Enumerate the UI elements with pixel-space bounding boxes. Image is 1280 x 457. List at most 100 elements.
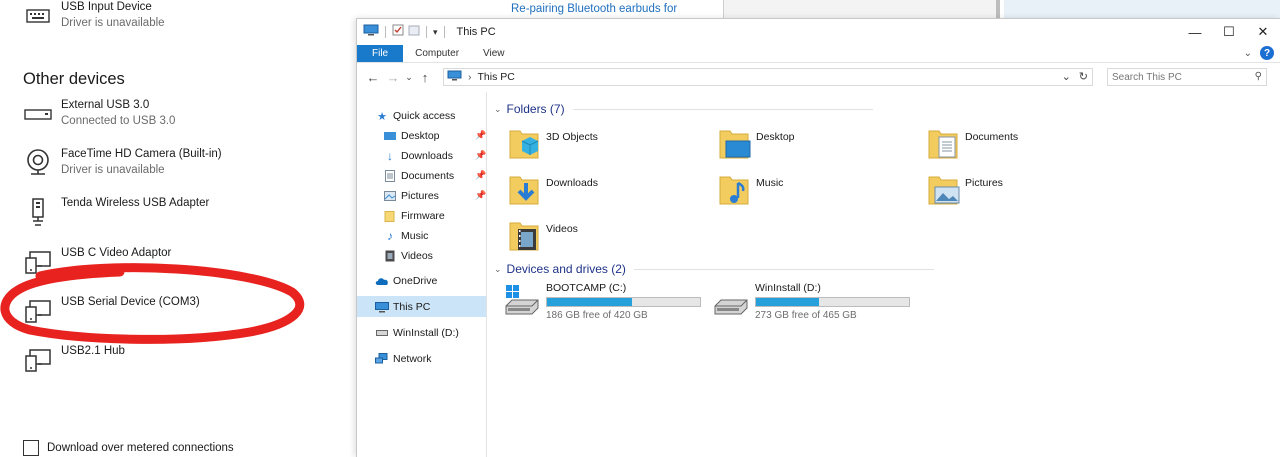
music-folder-icon <box>718 171 752 212</box>
pictures-icon <box>383 191 397 201</box>
breadcrumb-this-pc[interactable]: This PC <box>478 71 515 83</box>
cube-folder-icon <box>508 125 542 166</box>
folder-name: Desktop <box>756 131 795 143</box>
nav-documents[interactable]: Documents <box>383 167 454 185</box>
content-pane: ⌄ Folders (7) 3D Objects Desktop Documen… <box>488 92 1280 457</box>
nav-this-pc[interactable]: This PC <box>375 298 430 316</box>
documents-folder-icon <box>927 125 961 166</box>
nav-quick-access[interactable]: ★ Quick access <box>375 107 455 125</box>
nav-label: Network <box>393 353 432 365</box>
address-dropdown-icon[interactable]: ⌄ <box>1062 70 1071 83</box>
device-icon <box>22 246 54 278</box>
folder-videos[interactable]: Videos <box>508 217 578 258</box>
device-usb-serial[interactable]: USB Serial Device (COM3) <box>22 295 200 327</box>
metered-connections-option[interactable]: Download over metered connections <box>23 440 234 456</box>
tab-file[interactable]: File <box>357 45 404 62</box>
nav-label: Pictures <box>401 190 439 202</box>
expand-ribbon-icon[interactable]: ⌄ <box>1244 48 1252 59</box>
nav-network[interactable]: Network <box>375 350 432 368</box>
usb-adapter-icon <box>22 196 54 228</box>
nav-downloads[interactable]: ↓ Downloads <box>383 147 453 165</box>
this-pc-icon <box>447 70 462 84</box>
tab-computer[interactable]: Computer <box>403 45 471 62</box>
forward-button[interactable]: → <box>383 70 403 85</box>
folder-pictures[interactable]: Pictures <box>927 171 1003 212</box>
device-usb-input[interactable]: USB Input Device Driver is unavailable <box>22 0 165 32</box>
properties-icon[interactable] <box>392 23 404 41</box>
device-icon <box>22 344 54 376</box>
nav-firmware[interactable]: Firmware <box>383 207 445 225</box>
background-window <box>724 0 1000 20</box>
pin-icon[interactable]: 📌 <box>475 130 486 141</box>
drive-wininstall[interactable]: WinInstall (D:) 273 GB free of 465 GB <box>713 282 910 321</box>
recent-locations-icon[interactable]: ⌄ <box>403 72 415 83</box>
breadcrumb-chevron[interactable]: › <box>468 71 472 83</box>
close-button[interactable]: ✕ <box>1246 19 1280 45</box>
nav-label: WinInstall (D:) <box>393 327 459 339</box>
nav-desktop[interactable]: Desktop <box>383 127 440 145</box>
nav-onedrive[interactable]: OneDrive <box>375 272 437 290</box>
nav-label: Downloads <box>401 150 453 162</box>
refresh-icon[interactable]: ↻ <box>1079 70 1088 83</box>
nav-music[interactable]: ♪ Music <box>383 227 428 245</box>
device-status: Driver is unavailable <box>61 164 165 176</box>
device-facetime-camera[interactable]: FaceTime HD Camera (Built-in) Driver is … <box>22 147 222 179</box>
folders-group-header[interactable]: ⌄ Folders (7) <box>494 102 873 116</box>
devices-group-header[interactable]: ⌄ Devices and drives (2) <box>494 262 934 276</box>
device-usb-hub[interactable]: USB2.1 Hub <box>22 344 125 376</box>
device-status: Connected to USB 3.0 <box>61 115 176 127</box>
background-browser-window[interactable]: Re-pairing Bluetooth earbuds for <box>496 0 724 20</box>
address-field[interactable]: › This PC ⌄ ↻ <box>443 68 1093 86</box>
device-name: External USB 3.0 <box>61 99 150 111</box>
download-arrow-icon: ↓ <box>387 149 393 163</box>
this-pc-icon <box>375 301 389 313</box>
background-link[interactable]: Re-pairing Bluetooth earbuds for <box>511 3 677 15</box>
folder-documents[interactable]: Documents <box>927 125 1018 166</box>
folder-music[interactable]: Music <box>718 171 783 212</box>
search-box[interactable]: Search This PC ⚲ <box>1107 68 1267 86</box>
title-bar[interactable]: ▾ This PC — ☐ ✕ <box>357 19 1280 45</box>
folder-name: Downloads <box>546 177 598 189</box>
windows-drive-icon <box>504 282 540 321</box>
drive-icon <box>713 282 749 321</box>
device-external-usb[interactable]: External USB 3.0 Connected to USB 3.0 <box>22 98 175 130</box>
metered-label: Download over metered connections <box>47 442 234 454</box>
window-title: This PC <box>456 26 496 38</box>
webcam-icon <box>22 147 54 179</box>
device-tenda-adapter[interactable]: Tenda Wireless USB Adapter <box>22 196 209 228</box>
nav-pictures[interactable]: Pictures <box>383 187 439 205</box>
pin-icon[interactable]: 📌 <box>475 190 486 201</box>
back-button[interactable]: ← <box>363 70 383 85</box>
device-name: USB Serial Device (COM3) <box>61 296 200 308</box>
pin-icon[interactable]: 📌 <box>475 170 486 181</box>
minimize-button[interactable]: — <box>1178 19 1212 45</box>
device-name: USB C Video Adaptor <box>61 247 172 259</box>
drive-icon <box>22 98 54 130</box>
folder-desktop[interactable]: Desktop <box>718 125 795 166</box>
cloud-icon <box>375 277 389 286</box>
folder-3d-objects[interactable]: 3D Objects <box>508 125 598 166</box>
address-bar-row: ← → ⌄ ↑ › This PC ⌄ ↻ Search This PC ⚲ <box>357 63 1280 91</box>
drive-bootcamp[interactable]: BOOTCAMP (C:) 186 GB free of 420 GB <box>504 282 701 321</box>
maximize-button[interactable]: ☐ <box>1212 19 1246 45</box>
folder-downloads[interactable]: Downloads <box>508 171 598 212</box>
keyboard-icon <box>22 0 54 32</box>
tab-view[interactable]: View <box>471 45 517 62</box>
nav-label: Desktop <box>401 130 440 142</box>
device-usbc-video[interactable]: USB C Video Adaptor <box>22 246 171 278</box>
new-folder-icon[interactable] <box>408 23 420 41</box>
nav-videos[interactable]: Videos <box>383 247 433 265</box>
video-icon <box>383 250 397 262</box>
collapse-chevron-icon[interactable]: ⌄ <box>494 264 502 275</box>
nav-wininstall[interactable]: WinInstall (D:) <box>375 324 459 342</box>
up-button[interactable]: ↑ <box>415 70 435 85</box>
collapse-chevron-icon[interactable]: ⌄ <box>494 104 502 115</box>
pin-icon[interactable]: 📌 <box>475 150 486 161</box>
customize-qat-icon[interactable]: ▾ <box>433 27 438 38</box>
drive-icon <box>375 330 389 336</box>
drive-usage-bar <box>755 297 910 307</box>
metered-checkbox[interactable] <box>23 440 39 456</box>
file-explorer-window: ▾ This PC — ☐ ✕ File Computer View ⌄ ? ←… <box>356 18 1280 457</box>
nav-label: Music <box>401 230 429 242</box>
help-icon[interactable]: ? <box>1260 46 1274 60</box>
